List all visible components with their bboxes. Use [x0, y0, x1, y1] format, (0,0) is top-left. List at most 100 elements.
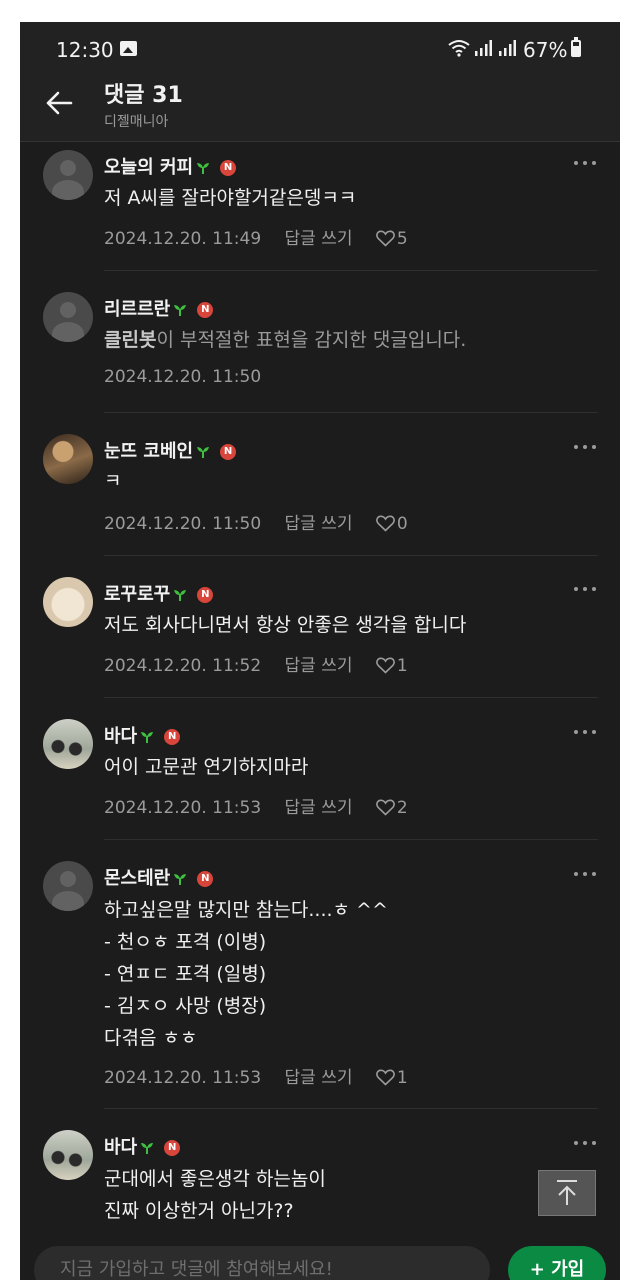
reply-link[interactable]: 답글 쓰기 [285, 793, 353, 818]
join-button[interactable]: + 가입 [508, 1246, 606, 1280]
more-options-icon[interactable] [574, 1138, 598, 1148]
more-options-icon[interactable] [574, 158, 598, 168]
sprout-icon [174, 590, 187, 601]
page-title: 댓글 31 [104, 83, 183, 108]
comment-meta: 2024.12.20. 11:50 답글 쓰기 0 [104, 509, 408, 534]
comment-text: - 천ㅇㅎ 포격 (이병) [104, 931, 267, 953]
n-badge-icon: N [164, 729, 181, 745]
comment-meta: 2024.12.20. 11:52 답글 쓰기 1 [104, 651, 408, 676]
battery-level: 67% [523, 38, 568, 62]
divider [104, 555, 598, 556]
n-badge-icon: N [164, 1140, 181, 1156]
comment-join-input[interactable]: 지금 가입하고 댓글에 참여해보세요! [34, 1246, 490, 1280]
like-count: 1 [396, 656, 408, 676]
comment-text: - 연ㅍㄷ 포격 (일병) [104, 963, 267, 985]
heart-icon [376, 515, 395, 532]
avatar[interactable] [43, 292, 93, 342]
reply-link[interactable]: 답글 쓰기 [285, 509, 353, 534]
comment-date: 2024.12.20. 11:49 [104, 229, 262, 249]
like-button[interactable]: 2 [376, 798, 408, 818]
comment-date: 2024.12.20. 11:53 [104, 798, 262, 818]
more-options-icon[interactable] [574, 869, 598, 879]
avatar[interactable] [43, 1130, 93, 1180]
filtered-comment-notice: 클린봇이 부적절한 표현을 감지한 댓글입니다. [104, 329, 467, 351]
avatar[interactable] [43, 434, 93, 484]
back-arrow-icon[interactable] [42, 86, 76, 120]
status-time: 12:30 [56, 38, 114, 62]
comment-text: 진짜 이상한거 아닌가?? [104, 1200, 294, 1222]
divider [104, 839, 598, 840]
comment-text: - 김ㅈㅇ 사망 (병장) [104, 995, 267, 1017]
comment-author[interactable]: 몬스테란 N [104, 864, 214, 890]
signal-icon [475, 40, 492, 56]
divider [104, 412, 598, 413]
phone-screen: 12:30 67% 댓글 31 디젤매니아 오늘의 커피 N 저 A씨를 잘라야… [20, 22, 620, 1280]
comment-author[interactable]: 눈뜨 코베인 N [104, 437, 237, 463]
more-options-icon[interactable] [574, 727, 598, 737]
cleanbot-label: 클린봇 [104, 329, 157, 351]
comment-author[interactable]: 바다 N [104, 722, 181, 748]
comment-author[interactable]: 로꾸로꾸 N [104, 580, 214, 606]
like-count: 0 [396, 514, 408, 534]
comment-text: 저도 회사다니면서 항상 안좋은 생각을 합니다 [104, 614, 467, 636]
comment-text: 저 A씨를 잘라야할거같은뎅ㅋㅋ [104, 187, 357, 209]
scroll-to-top-button[interactable] [538, 1170, 596, 1216]
bottom-bar: 지금 가입하고 댓글에 참여해보세요! + 가입 [20, 1240, 620, 1280]
arrow-up-icon [557, 1180, 577, 1205]
heart-icon [376, 799, 395, 816]
heart-icon [376, 230, 395, 247]
like-button[interactable]: 1 [376, 656, 408, 676]
like-button[interactable]: 0 [376, 514, 408, 534]
divider [104, 270, 598, 271]
comment-author[interactable]: 리르르란 N [104, 295, 214, 321]
sprout-icon [141, 732, 154, 743]
like-count: 1 [396, 1068, 408, 1088]
comment-author[interactable]: 오늘의 커피 N [104, 153, 237, 179]
comment-date: 2024.12.20. 11:50 [104, 367, 262, 387]
n-badge-icon: N [220, 160, 237, 176]
sprout-icon [197, 163, 210, 174]
sprout-icon [197, 447, 210, 458]
more-options-icon[interactable] [574, 442, 598, 452]
comment-text: 어이 고문관 연기하지마라 [104, 756, 309, 778]
avatar[interactable] [43, 861, 93, 911]
comment-meta: 2024.12.20. 11:53 답글 쓰기 2 [104, 793, 408, 818]
heart-icon [376, 657, 395, 674]
gallery-icon [120, 41, 137, 56]
reply-link[interactable]: 답글 쓰기 [285, 224, 353, 249]
like-count: 5 [396, 229, 408, 249]
battery-icon [571, 37, 581, 57]
comment-meta: 2024.12.20. 11:53 답글 쓰기 1 [104, 1063, 408, 1088]
comment-text: ㅋ [104, 470, 122, 492]
comment-text: 군대에서 좋은생각 하는놈이 [104, 1168, 326, 1190]
n-badge-icon: N [220, 444, 237, 460]
app-header: 댓글 31 디젤매니아 [20, 72, 620, 142]
comment-date: 2024.12.20. 11:52 [104, 656, 262, 676]
comment-author[interactable]: 바다 N [104, 1133, 181, 1159]
cafe-name[interactable]: 디젤매니아 [104, 111, 168, 131]
heart-icon [376, 1069, 395, 1086]
comment-text: 다겪음 ㅎㅎ [104, 1027, 198, 1049]
n-badge-icon: N [197, 302, 214, 318]
sprout-icon [174, 305, 187, 316]
like-button[interactable]: 1 [376, 1068, 408, 1088]
more-options-icon[interactable] [574, 584, 598, 594]
divider [104, 697, 598, 698]
comment-text: 하고싶은말 많지만 참는다....ㅎ ^^ [104, 899, 388, 921]
reply-link[interactable]: 답글 쓰기 [285, 651, 353, 676]
n-badge-icon: N [197, 587, 214, 603]
like-count: 2 [396, 798, 408, 818]
avatar[interactable] [43, 577, 93, 627]
divider [104, 1108, 598, 1109]
avatar[interactable] [43, 150, 93, 200]
avatar[interactable] [43, 719, 93, 769]
comment-meta: 2024.12.20. 11:50 [104, 367, 261, 387]
comment-date: 2024.12.20. 11:53 [104, 1068, 262, 1088]
status-bar: 12:30 67% [20, 22, 620, 72]
comment-date: 2024.12.20. 11:50 [104, 514, 262, 534]
signal-icon [499, 40, 516, 56]
reply-link[interactable]: 답글 쓰기 [285, 1063, 353, 1088]
comment-meta: 2024.12.20. 11:49 답글 쓰기 5 [104, 224, 408, 249]
n-badge-icon: N [197, 871, 214, 887]
like-button[interactable]: 5 [376, 229, 408, 249]
